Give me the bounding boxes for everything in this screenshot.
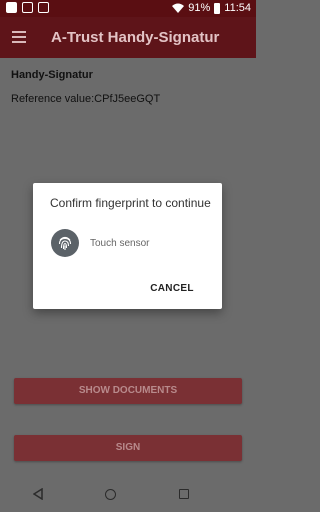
recent-apps-icon[interactable]: [179, 489, 189, 499]
wifi-icon: [172, 3, 185, 13]
check-notification-icon: [22, 2, 33, 13]
app-title: A-Trust Handy-Signatur: [51, 29, 220, 46]
navigation-bar: [0, 477, 256, 512]
clock: 11:54: [224, 2, 251, 14]
reference-value: Reference value:CPfJ5eeGQT: [11, 93, 161, 105]
fingerprint-icon: [51, 229, 79, 257]
touch-sensor-label: Touch sensor: [90, 238, 150, 249]
image-notification-icon: [38, 2, 49, 13]
battery-percent: 91%: [188, 2, 211, 14]
sign-button[interactable]: SIGN: [14, 435, 242, 461]
page-title: Handy-Signatur: [11, 69, 93, 81]
back-icon[interactable]: [33, 488, 43, 500]
status-bar: 91% 11:54: [0, 0, 256, 17]
notification-icon: [6, 2, 17, 13]
dialog-title: Confirm fingerprint to continue: [50, 196, 211, 210]
show-documents-button[interactable]: SHOW DOCUMENTS: [14, 378, 242, 404]
home-icon[interactable]: [105, 489, 116, 500]
menu-icon[interactable]: [12, 31, 26, 43]
app-bar: A-Trust Handy-Signatur: [0, 17, 256, 58]
battery-icon: [214, 2, 221, 14]
cancel-button[interactable]: CANCEL: [141, 279, 203, 299]
fingerprint-dialog: Confirm fingerprint to continue Touch se…: [33, 183, 222, 309]
